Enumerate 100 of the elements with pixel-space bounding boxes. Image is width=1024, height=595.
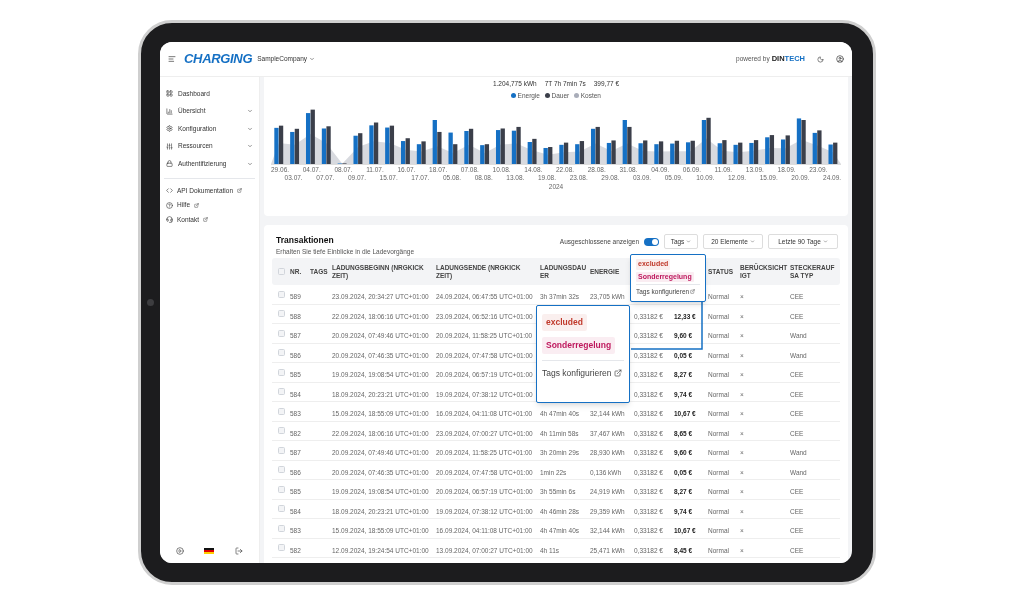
energy-bar bbox=[828, 144, 833, 164]
duration-bar bbox=[833, 142, 838, 164]
tag-option[interactable]: excluded bbox=[542, 314, 587, 331]
energy-bar bbox=[686, 141, 691, 164]
checkbox[interactable] bbox=[278, 446, 285, 454]
duration-bar bbox=[421, 140, 426, 164]
chevron-icon bbox=[309, 56, 316, 62]
checkbox[interactable] bbox=[278, 505, 285, 513]
tag-option[interactable]: Sonderregelung bbox=[542, 336, 616, 354]
checkbox[interactable] bbox=[278, 349, 285, 357]
duration-bar bbox=[706, 117, 711, 164]
energy-bar bbox=[527, 141, 532, 164]
duration-bar bbox=[294, 128, 300, 164]
duration-bar bbox=[595, 126, 600, 164]
checkbox[interactable] bbox=[278, 524, 285, 532]
duration-bar bbox=[516, 126, 521, 164]
duration-bar bbox=[373, 122, 379, 164]
duration-bar bbox=[437, 131, 442, 164]
energy-bar bbox=[432, 119, 437, 164]
duration-bar bbox=[468, 128, 474, 164]
external-link-icon bbox=[614, 368, 623, 377]
duration-bar bbox=[484, 143, 490, 164]
energy-bar bbox=[464, 130, 469, 164]
chevron-icon bbox=[686, 239, 692, 244]
configure-tags-link[interactable]: Tags konfigurieren bbox=[542, 366, 612, 380]
german-flag-icon[interactable] bbox=[204, 548, 215, 554]
duration-bar bbox=[579, 140, 585, 164]
checkbox[interactable] bbox=[278, 388, 285, 396]
camera-lens-icon bbox=[147, 299, 154, 306]
energy-bar bbox=[401, 140, 406, 164]
energy-bar bbox=[416, 143, 422, 164]
duration-bar bbox=[817, 129, 822, 164]
duration-bar bbox=[405, 137, 410, 164]
energy-bar bbox=[701, 119, 707, 164]
dark-mode-icon[interactable] bbox=[817, 55, 824, 63]
chevron-icon bbox=[822, 239, 828, 244]
duration-bar bbox=[310, 109, 315, 164]
checkbox[interactable] bbox=[278, 268, 285, 275]
section-title: Transaktionen bbox=[276, 234, 335, 247]
external-link-icon bbox=[690, 289, 696, 295]
energy-bar bbox=[749, 142, 754, 164]
duration-bar bbox=[785, 134, 790, 164]
duration-bar bbox=[389, 125, 395, 164]
link-icon bbox=[166, 216, 173, 224]
duration-bar bbox=[801, 119, 806, 164]
checkbox[interactable] bbox=[278, 329, 285, 337]
duration-bar bbox=[643, 139, 648, 164]
checkbox[interactable] bbox=[278, 485, 285, 493]
menu-item-icon bbox=[166, 160, 173, 168]
duration-bar bbox=[627, 126, 632, 164]
toggle-switch[interactable] bbox=[644, 237, 659, 246]
chevron-icon bbox=[749, 239, 755, 244]
energy-bar bbox=[765, 136, 770, 164]
energy-bar bbox=[448, 132, 453, 164]
energy-bar bbox=[480, 144, 485, 164]
duration-bar bbox=[658, 140, 664, 164]
duration-bar bbox=[722, 139, 727, 164]
energy-bar bbox=[812, 132, 817, 164]
duration-bar bbox=[563, 142, 569, 164]
duration-bar bbox=[738, 142, 743, 164]
energy-bar bbox=[274, 127, 279, 164]
energy-bar bbox=[543, 147, 548, 164]
play-icon[interactable] bbox=[176, 547, 185, 555]
duration-bar bbox=[532, 138, 537, 164]
menu-icon[interactable] bbox=[168, 55, 176, 63]
energy-bar bbox=[575, 143, 580, 164]
checkbox[interactable] bbox=[278, 427, 285, 435]
energy-bar bbox=[638, 142, 643, 164]
checkbox[interactable] bbox=[278, 466, 285, 474]
duration-bar bbox=[611, 139, 616, 164]
logout-icon[interactable] bbox=[234, 547, 243, 555]
checkbox[interactable] bbox=[278, 310, 285, 318]
energy-bar bbox=[559, 144, 564, 164]
menu-item-icon bbox=[166, 142, 173, 150]
duration-bar bbox=[453, 143, 458, 164]
checkbox[interactable] bbox=[278, 368, 285, 376]
energy-bar bbox=[496, 129, 501, 164]
checkbox[interactable] bbox=[278, 407, 285, 415]
energy-bar bbox=[385, 127, 390, 164]
energy-bar bbox=[306, 112, 311, 164]
menu-item-icon bbox=[166, 107, 173, 115]
duration-bar bbox=[278, 125, 284, 164]
energy-bar bbox=[290, 131, 295, 164]
logo[interactable]: CHARGING bbox=[184, 49, 253, 69]
energy-bar bbox=[796, 117, 802, 164]
energy-bar bbox=[321, 128, 327, 164]
menu-item-icon bbox=[166, 125, 173, 133]
energy-bar bbox=[781, 139, 786, 164]
checkbox[interactable] bbox=[278, 290, 285, 298]
duration-bar bbox=[690, 140, 695, 164]
duration-bar bbox=[753, 139, 759, 164]
user-icon[interactable] bbox=[836, 55, 844, 63]
energy-bar bbox=[717, 142, 722, 164]
duration-bar bbox=[326, 125, 331, 164]
link-icon bbox=[166, 187, 173, 195]
energy-bar bbox=[511, 130, 517, 164]
duration-bar bbox=[674, 140, 680, 164]
duration-bar bbox=[769, 134, 775, 164]
checkbox[interactable] bbox=[278, 544, 285, 552]
energy-bar bbox=[353, 135, 358, 164]
